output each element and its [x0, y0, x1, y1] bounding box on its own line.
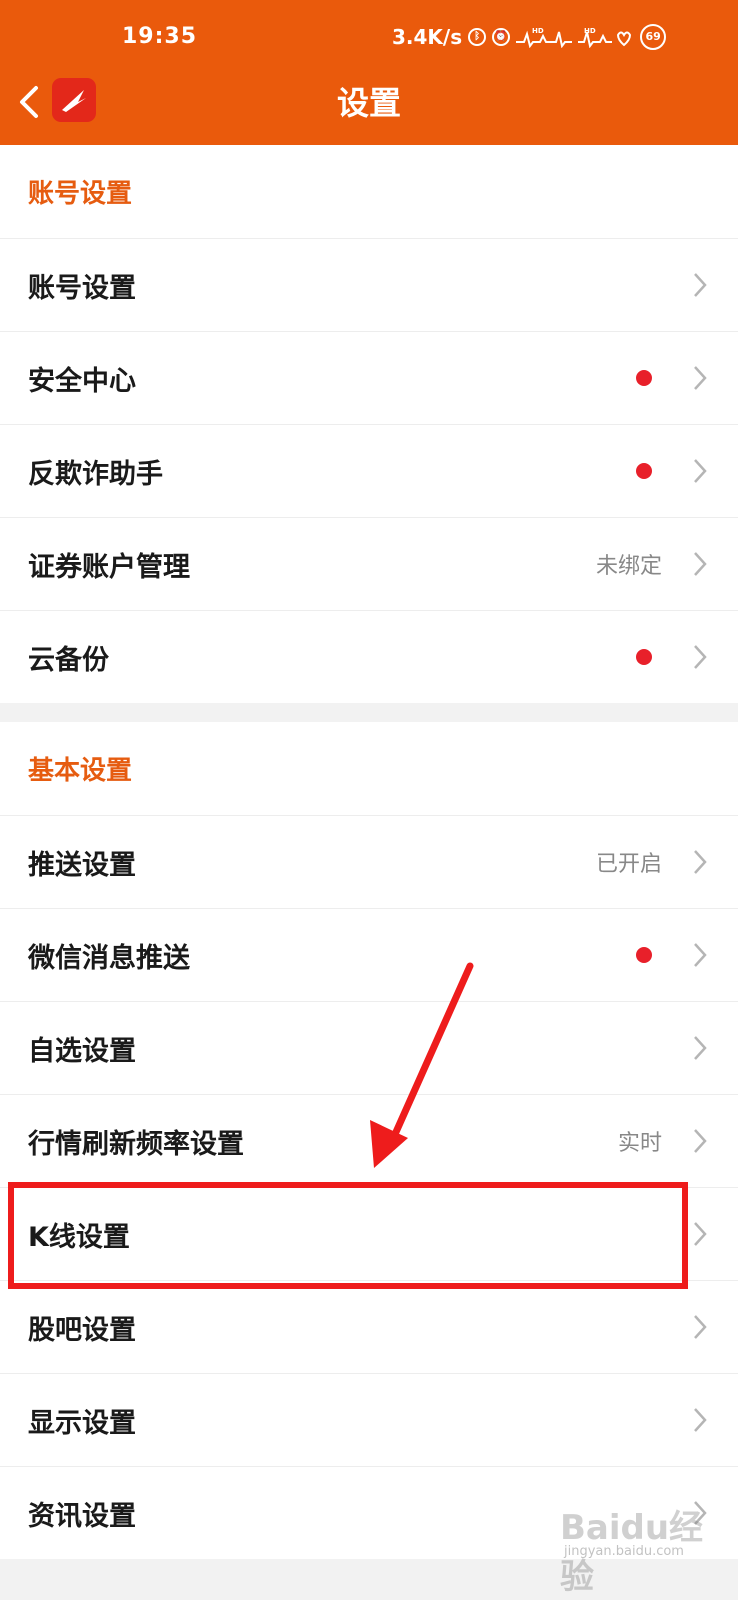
chevron-right-icon [694, 1408, 707, 1432]
settings-item-label: 微信消息推送 [28, 942, 190, 974]
chevron-right-icon [694, 273, 707, 297]
settings-item-security-center[interactable]: 安全中心 [0, 331, 738, 424]
settings-item-value: 未绑定 [595, 554, 662, 579]
chevron-right-icon [694, 943, 707, 967]
chevron-right-icon [694, 1315, 707, 1339]
settings-item-label: 证券账户管理 [28, 551, 190, 583]
settings-item-value: 实时 [617, 1131, 662, 1156]
settings-item-watchlist[interactable]: 自选设置 [0, 1001, 738, 1094]
status-time: 19:35 [122, 24, 198, 49]
hd-signal-icon: HD [578, 27, 632, 48]
chevron-right-icon [694, 366, 707, 390]
status-bar: 19:35 3.4K/s ᛒ ⏰ HD HD 69 [0, 20, 738, 60]
battery-indicator: 69 [640, 24, 667, 50]
settings-item-display[interactable]: 显示设置 [0, 1373, 738, 1466]
chevron-right-icon [694, 552, 707, 576]
alarm-icon: ⏰ [492, 28, 511, 46]
settings-item-label: 云备份 [28, 644, 109, 676]
settings-item-label: 行情刷新频率设置 [28, 1128, 244, 1160]
app-header: 19:35 3.4K/s ᛒ ⏰ HD HD 69 设置 [0, 0, 738, 145]
notification-dot [636, 370, 652, 386]
basic-settings-section: 基本设置 推送设置 已开启 微信消息推送 自选设置 行情刷新频率设置 实时 K线… [0, 722, 738, 1559]
svg-text:HD: HD [532, 27, 544, 35]
settings-item-wechat-push[interactable]: 微信消息推送 [0, 908, 738, 1001]
bluetooth-icon: ᛒ [468, 28, 487, 46]
settings-item-value: 已开启 [595, 852, 662, 877]
settings-item-label: 反欺诈助手 [28, 458, 163, 490]
settings-item-label: K线设置 [28, 1221, 130, 1253]
settings-item-account[interactable]: 账号设置 [0, 238, 738, 331]
network-speed: 3.4K/s [392, 25, 463, 49]
settings-item-label: 安全中心 [28, 365, 136, 397]
chevron-right-icon [694, 1129, 707, 1153]
section-title: 账号设置 [28, 179, 133, 209]
settings-item-label: 显示设置 [28, 1407, 136, 1439]
notification-dot [636, 947, 652, 963]
chevron-right-icon [694, 1501, 707, 1525]
settings-item-push[interactable]: 推送设置 已开启 [0, 815, 738, 908]
nav-bar: 设置 [0, 72, 738, 130]
status-icons: 3.4K/s ᛒ ⏰ HD HD 69 [392, 24, 667, 50]
page-title: 设置 [336, 84, 401, 122]
account-settings-section: 账号设置 账号设置 安全中心 反欺诈助手 证券账户管理 未绑定 云备份 [0, 145, 738, 703]
settings-item-label: 资讯设置 [28, 1500, 136, 1532]
settings-item-label: 自选设置 [28, 1035, 136, 1067]
notification-dot [636, 649, 652, 665]
settings-item-securities-account[interactable]: 证券账户管理 未绑定 [0, 517, 738, 610]
chevron-right-icon [694, 459, 707, 483]
notification-dot [636, 463, 652, 479]
settings-item-label: 股吧设置 [28, 1314, 136, 1346]
hd-signal-icon: HD [516, 27, 573, 48]
section-title: 基本设置 [28, 756, 133, 786]
settings-item-stock-forum[interactable]: 股吧设置 [0, 1280, 738, 1373]
settings-item-news[interactable]: 资讯设置 [0, 1466, 738, 1559]
chevron-right-icon [694, 850, 707, 874]
settings-item-cloud-backup[interactable]: 云备份 [0, 610, 738, 703]
settings-item-kline[interactable]: K线设置 [0, 1187, 738, 1280]
chevron-right-icon [694, 645, 707, 669]
chevron-right-icon [694, 1036, 707, 1060]
chevron-right-icon [694, 1222, 707, 1246]
settings-item-refresh-rate[interactable]: 行情刷新频率设置 实时 [0, 1094, 738, 1187]
settings-item-label: 推送设置 [28, 849, 136, 881]
settings-item-label: 账号设置 [28, 272, 136, 304]
settings-item-anti-fraud[interactable]: 反欺诈助手 [0, 424, 738, 517]
